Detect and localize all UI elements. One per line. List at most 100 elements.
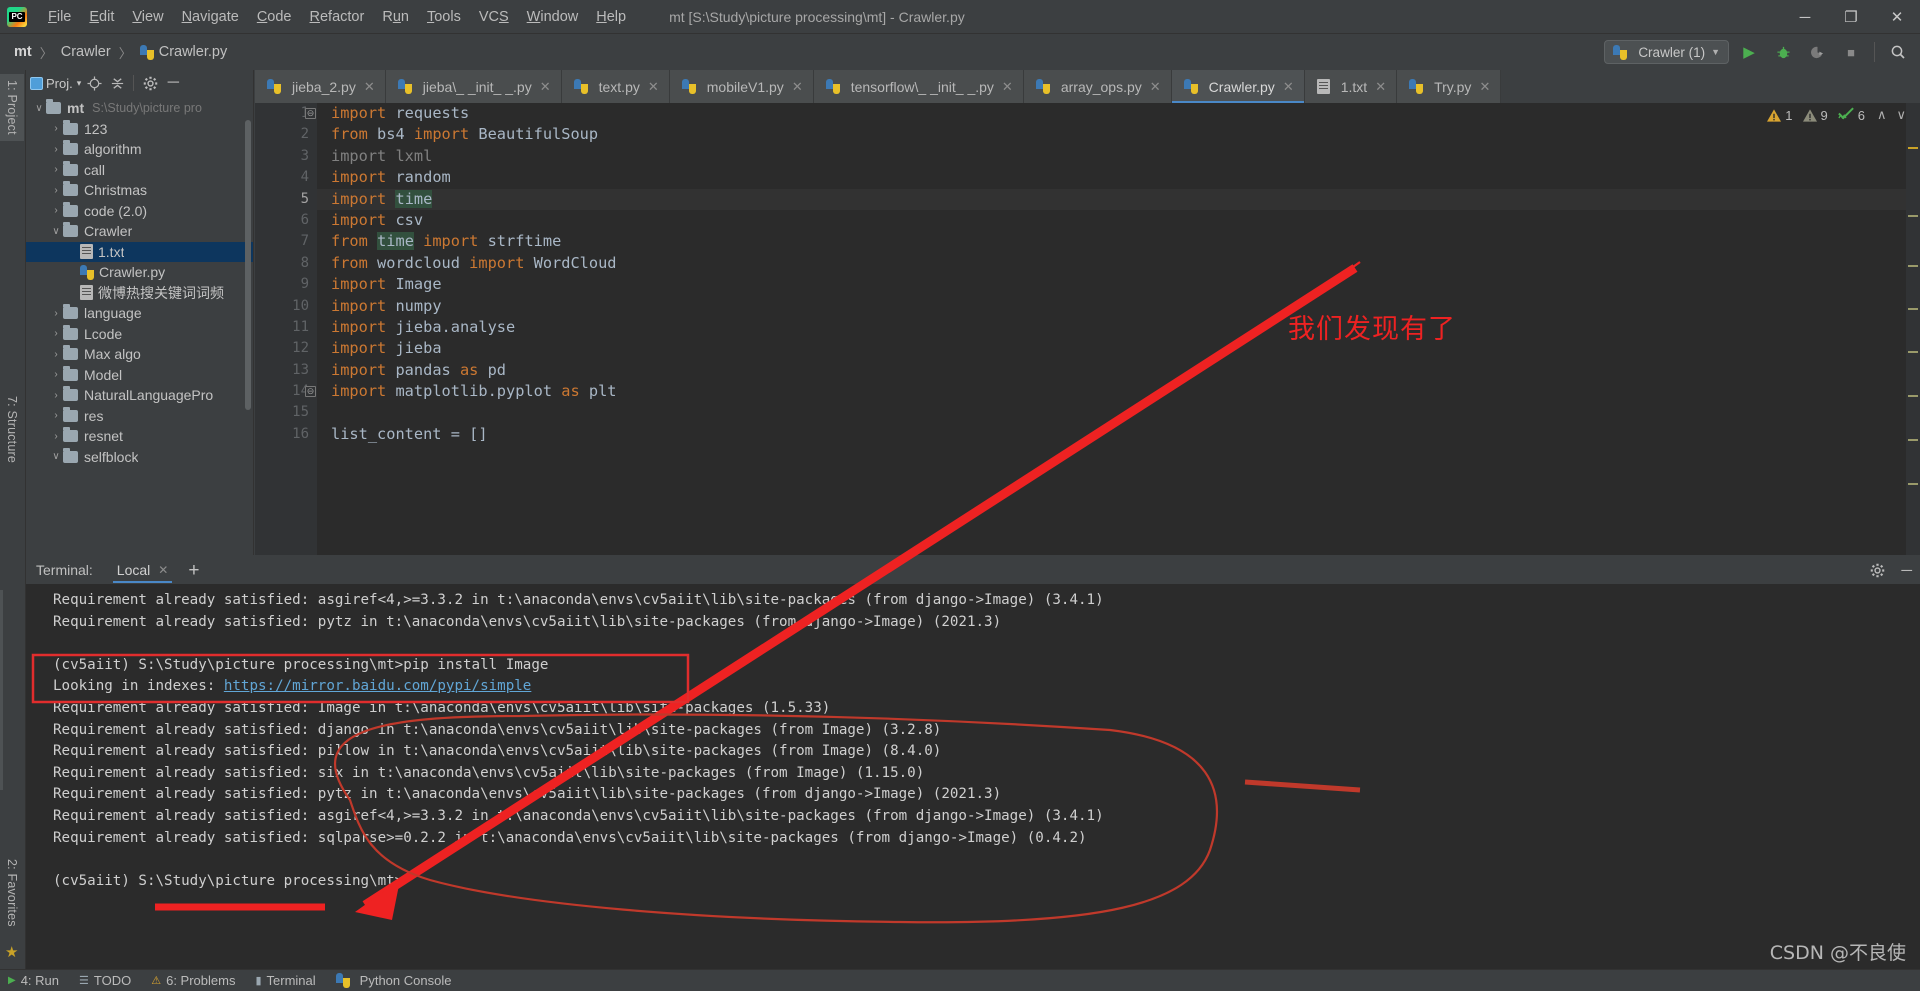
- menu-item-window[interactable]: Window: [518, 6, 588, 28]
- weak-warning-marker[interactable]: [1908, 439, 1918, 441]
- menu-item-tools[interactable]: Tools: [418, 6, 470, 28]
- close-icon[interactable]: ✕: [792, 79, 803, 95]
- debug-button[interactable]: [1769, 38, 1797, 66]
- warning-marker[interactable]: [1908, 147, 1918, 149]
- project-panel-title[interactable]: Proj. ▾: [46, 76, 81, 91]
- project-tree[interactable]: ∨ mt S:\Study\picture pro › 123 › algorithm › ca…: [26, 96, 253, 555]
- status-item-terminal[interactable]: ▮ Terminal: [255, 973, 315, 988]
- close-icon[interactable]: ✕: [1002, 79, 1013, 95]
- status-item-python-console[interactable]: Python Console: [335, 973, 451, 988]
- terminal-scroll-indicator[interactable]: [0, 590, 3, 790]
- code-fold-toggle[interactable]: ⊖: [305, 386, 316, 398]
- tree-toggle-icon[interactable]: ›: [49, 328, 63, 339]
- chevron-up-icon[interactable]: ∧: [1877, 107, 1887, 123]
- locate-file-button[interactable]: [84, 73, 104, 93]
- tree-item-resnet[interactable]: › resnet: [26, 426, 253, 447]
- code-line[interactable]: from bs4 import BeautifulSoup: [317, 124, 1920, 145]
- menu-item-vcs[interactable]: VCS: [470, 6, 518, 28]
- close-icon[interactable]: ✕: [1479, 79, 1490, 95]
- tree-item-language[interactable]: › language: [26, 303, 253, 324]
- terminal-settings-button[interactable]: [1867, 560, 1887, 580]
- close-icon[interactable]: ✕: [540, 79, 551, 95]
- menu-item-navigate[interactable]: Navigate: [173, 6, 248, 28]
- tree-item-code-2-0-[interactable]: › code (2.0): [26, 201, 253, 222]
- close-button[interactable]: ✕: [1874, 0, 1920, 34]
- code-fold-toggle[interactable]: ⊖: [305, 108, 316, 119]
- hide-panel-button[interactable]: ─: [163, 73, 183, 93]
- run-coverage-button[interactable]: [1803, 38, 1831, 66]
- tree-item--[interactable]: 微博热搜关键词词频: [26, 283, 253, 304]
- tree-item-selfblock[interactable]: ∨ selfblock: [26, 447, 253, 468]
- sidebar-tab-project[interactable]: 1: Project: [0, 74, 24, 141]
- editor-tab-1-txt[interactable]: 1.txt ✕: [1304, 70, 1398, 103]
- breadcrumb-project[interactable]: mt: [14, 44, 32, 60]
- tree-toggle-icon[interactable]: ›: [49, 410, 63, 421]
- minimize-button[interactable]: ─: [1782, 0, 1828, 34]
- editor-tab-text-py[interactable]: text.py ✕: [561, 70, 670, 103]
- tree-item-crawler[interactable]: ∨ Crawler: [26, 221, 253, 242]
- new-terminal-button[interactable]: +: [188, 561, 199, 580]
- terminal-tab-local[interactable]: Local ✕: [111, 558, 175, 583]
- maximize-button[interactable]: ❐: [1828, 0, 1874, 34]
- tree-toggle-icon[interactable]: ›: [49, 349, 63, 360]
- run-configuration-selector[interactable]: Crawler (1) ▼: [1604, 40, 1729, 64]
- status-item-run[interactable]: ▶ 4: Run: [8, 973, 59, 988]
- run-button[interactable]: ▶: [1735, 38, 1763, 66]
- tree-item-lcode[interactable]: › Lcode: [26, 324, 253, 345]
- tree-item-mt[interactable]: ∨ mt S:\Study\picture pro: [26, 98, 253, 119]
- editor-tab-array-ops-py[interactable]: array_ops.py ✕: [1023, 70, 1172, 103]
- code-line[interactable]: import numpy: [317, 296, 1920, 317]
- code-line[interactable]: import csv: [317, 210, 1920, 231]
- tree-toggle-icon[interactable]: ›: [49, 205, 63, 216]
- tree-item-123[interactable]: › 123: [26, 119, 253, 140]
- code-line[interactable]: import pandas as pd: [317, 360, 1920, 381]
- sidebar-tab-favorites[interactable]: 2: Favorites: [0, 853, 24, 933]
- weak-warning-marker[interactable]: [1908, 483, 1918, 485]
- menu-item-view[interactable]: View: [123, 6, 172, 28]
- code-line[interactable]: import matplotlib.pyplot as plt: [317, 381, 1920, 402]
- code-line[interactable]: from wordcloud import WordCloud: [317, 253, 1920, 274]
- code-line[interactable]: import Image: [317, 274, 1920, 295]
- code-line[interactable]: from time import strftime: [317, 231, 1920, 252]
- editor-gutter[interactable]: 12345678910111213141516 ⊖⊖: [255, 103, 317, 555]
- editor-tab-jieba-init-py[interactable]: jieba\_ _init_ _.py ✕: [385, 70, 562, 103]
- code-line[interactable]: import lxml: [317, 146, 1920, 167]
- project-settings-button[interactable]: [140, 73, 160, 93]
- menu-item-file[interactable]: File: [39, 6, 80, 28]
- close-icon[interactable]: ✕: [1375, 79, 1386, 95]
- code-line[interactable]: list_content = []: [317, 424, 1920, 445]
- hide-terminal-button[interactable]: ─: [1901, 562, 1912, 579]
- tree-item-crawler-py[interactable]: Crawler.py: [26, 262, 253, 283]
- close-icon[interactable]: ✕: [364, 79, 375, 95]
- code-line[interactable]: import jieba.analyse: [317, 317, 1920, 338]
- status-item-todo[interactable]: ☰ TODO: [79, 973, 131, 988]
- stop-button[interactable]: ■: [1837, 38, 1865, 66]
- editor-tab-try-py[interactable]: Try.py ✕: [1397, 70, 1502, 103]
- sidebar-tab-structure[interactable]: 7: Structure: [0, 390, 24, 469]
- chevron-down-icon[interactable]: ∨: [1896, 107, 1906, 123]
- tree-item-call[interactable]: › call: [26, 160, 253, 181]
- code-line[interactable]: import requests: [317, 103, 1920, 124]
- tree-toggle-icon[interactable]: ›: [49, 369, 63, 380]
- tree-toggle-icon[interactable]: ›: [49, 431, 63, 442]
- code-line[interactable]: import random: [317, 167, 1920, 188]
- tree-item-model[interactable]: › Model: [26, 365, 253, 386]
- close-icon[interactable]: ✕: [648, 79, 659, 95]
- close-icon[interactable]: ✕: [1150, 79, 1161, 95]
- close-icon[interactable]: ✕: [1283, 79, 1294, 95]
- tree-toggle-icon[interactable]: ∨: [49, 451, 63, 462]
- weak-warning-marker[interactable]: [1908, 215, 1918, 217]
- tree-item-algorithm[interactable]: › algorithm: [26, 139, 253, 160]
- editor-marker-bar[interactable]: [1906, 103, 1920, 555]
- code-line[interactable]: import time: [317, 188, 1920, 210]
- terminal-output[interactable]: Requirement already satisfied: asgiref<4…: [26, 584, 1920, 969]
- tree-item-christmas[interactable]: › Christmas: [26, 180, 253, 201]
- tree-toggle-icon[interactable]: ›: [49, 390, 63, 401]
- tree-item-max-algo[interactable]: › Max algo: [26, 344, 253, 365]
- favorites-star-icon[interactable]: ★: [5, 943, 18, 961]
- search-everywhere-button[interactable]: [1884, 38, 1912, 66]
- tree-toggle-icon[interactable]: ∨: [32, 103, 46, 114]
- tree-toggle-icon[interactable]: ›: [49, 185, 63, 196]
- weak-warning-marker[interactable]: [1908, 351, 1918, 353]
- editor-tab-crawler-py[interactable]: Crawler.py ✕: [1171, 70, 1305, 103]
